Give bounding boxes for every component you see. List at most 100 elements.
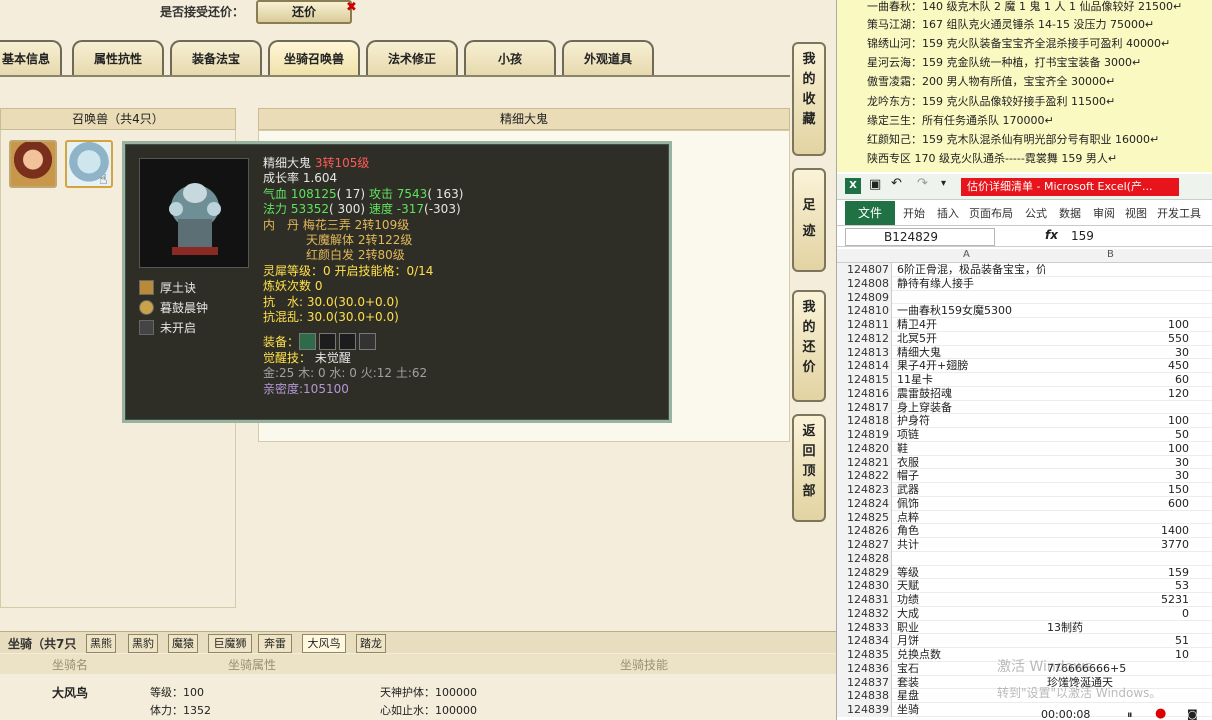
cell-b[interactable]: 5231 bbox=[1045, 593, 1189, 607]
cell-a[interactable]: 11星卡 bbox=[897, 373, 1045, 387]
cell-b[interactable]: 53 bbox=[1045, 579, 1189, 593]
cell-b[interactable]: 100 bbox=[1045, 442, 1189, 456]
mount-tab[interactable]: 魔猿 bbox=[168, 634, 198, 653]
counter-offer-button[interactable]: 还价 bbox=[256, 0, 352, 24]
equip-slot-icon[interactable] bbox=[339, 333, 357, 351]
cell-a[interactable]: 佩饰 bbox=[897, 497, 1045, 511]
cell-a[interactable]: 衣服 bbox=[897, 456, 1045, 470]
cell-a[interactable]: 职业 bbox=[897, 621, 1045, 635]
skill-icon[interactable] bbox=[139, 300, 154, 315]
record-icon[interactable]: ● bbox=[1155, 706, 1166, 720]
cell-a[interactable]: 精卫4开 bbox=[897, 318, 1045, 332]
close-icon[interactable]: ✖ bbox=[346, 0, 357, 15]
tab-basic-info[interactable]: 基本信息 bbox=[0, 40, 62, 76]
name-box[interactable]: B124829 bbox=[845, 228, 995, 246]
cell-b-text[interactable]: 13制药 bbox=[1047, 621, 1195, 635]
tab-spell-mod[interactable]: 法术修正 bbox=[366, 40, 458, 76]
cell-b[interactable]: 159 bbox=[1045, 566, 1189, 580]
tab-attributes[interactable]: 属性抗性 bbox=[72, 40, 164, 76]
cell-a[interactable]: 护身符 bbox=[897, 414, 1045, 428]
cell-b[interactable]: 450 bbox=[1045, 359, 1189, 373]
cell-a[interactable]: 角色 bbox=[897, 524, 1045, 538]
cell-a[interactable]: 身上穿装备 bbox=[897, 401, 1045, 415]
mount-tab-active[interactable]: 大风鸟 bbox=[302, 634, 346, 653]
cell-a[interactable]: 等级 bbox=[897, 566, 1045, 580]
skill-icon[interactable] bbox=[139, 280, 154, 295]
cell-b[interactable]: 51 bbox=[1045, 634, 1189, 648]
camera-icon[interactable]: ◙ bbox=[1187, 708, 1198, 720]
side-tab-favorites[interactable]: 我的收藏 bbox=[792, 42, 826, 156]
cell-b[interactable]: 100 bbox=[1045, 318, 1189, 332]
equip-slot-icon[interactable] bbox=[319, 333, 337, 351]
tab-file[interactable]: 文件 bbox=[845, 201, 895, 225]
ribbon-tab[interactable]: 审阅 bbox=[1093, 205, 1115, 221]
side-tab-footprints[interactable]: 足迹 bbox=[792, 168, 826, 272]
side-char: 收 bbox=[802, 92, 816, 107]
pause-icon[interactable]: ⏸ bbox=[1127, 708, 1133, 720]
cell-a[interactable]: 天赋 bbox=[897, 579, 1045, 593]
tab-child[interactable]: 小孩 bbox=[464, 40, 556, 76]
tab-mount-summon[interactable]: 坐骑召唤兽 bbox=[268, 40, 360, 76]
cell-a[interactable]: 点粹 bbox=[897, 511, 1045, 525]
cell-a[interactable]: 果子4开+翅膀 bbox=[897, 359, 1045, 373]
cell-a[interactable]: 鞋 bbox=[897, 442, 1045, 456]
cell-a[interactable]: 一曲春秋159女魔5300 bbox=[897, 304, 1045, 318]
cell-a[interactable]: 帽子 bbox=[897, 469, 1045, 483]
mount-tab[interactable]: 黑熊 bbox=[86, 634, 116, 653]
table-row: 124810 一曲春秋159女魔5300 bbox=[837, 304, 1212, 318]
cell-a[interactable]: 月饼 bbox=[897, 634, 1045, 648]
save-icon[interactable]: ▣ bbox=[869, 177, 881, 192]
ribbon-tab[interactable]: 视图 bbox=[1125, 205, 1147, 221]
cell-a[interactable]: 武器 bbox=[897, 483, 1045, 497]
ribbon-tab[interactable]: 插入 bbox=[937, 205, 959, 221]
cell-a[interactable]: 北冥5开 bbox=[897, 332, 1045, 346]
cell-a[interactable]: 大成 bbox=[897, 607, 1045, 621]
cell-b[interactable]: 3770 bbox=[1045, 538, 1189, 552]
mount-tab[interactable]: 黑豹 bbox=[128, 634, 158, 653]
mount-tab[interactable]: 奔雷 bbox=[258, 634, 292, 653]
cell-b[interactable]: 120 bbox=[1045, 387, 1189, 401]
cell-a[interactable]: 精细大鬼 bbox=[897, 346, 1045, 360]
cell-b[interactable]: 30 bbox=[1045, 456, 1189, 470]
cell-a[interactable]: 项链 bbox=[897, 428, 1045, 442]
ribbon-tab[interactable]: 数据 bbox=[1059, 205, 1081, 221]
cell-b[interactable]: 550 bbox=[1045, 332, 1189, 346]
cell-a[interactable]: 功绩 bbox=[897, 593, 1045, 607]
ribbon-tab[interactable]: 开发工具 bbox=[1157, 205, 1201, 221]
tab-equipment[interactable]: 装备法宝 bbox=[170, 40, 262, 76]
summon-avatar-1[interactable] bbox=[9, 140, 57, 188]
side-tab-back-to-top[interactable]: 返回顶部 bbox=[792, 414, 826, 522]
ribbon-tab[interactable]: 公式 bbox=[1025, 205, 1047, 221]
ribbon-tab[interactable]: 开始 bbox=[903, 205, 925, 221]
cell-a[interactable]: 静待有缘人接手 bbox=[897, 277, 1045, 291]
cell-a[interactable]: 坐骑 bbox=[897, 703, 1045, 717]
cell-b[interactable]: 1400 bbox=[1045, 524, 1189, 538]
col-header-b[interactable]: B bbox=[1107, 249, 1114, 260]
cell-b[interactable]: 100 bbox=[1045, 414, 1189, 428]
cell-a[interactable]: 震雷鼓招魂 bbox=[897, 387, 1045, 401]
cell-b[interactable]: 30 bbox=[1045, 469, 1189, 483]
col-header-a[interactable]: A bbox=[963, 249, 970, 260]
cell-a[interactable]: 6阶正骨混，极品装备宝宝，价格合适，不高 bbox=[897, 263, 1045, 277]
mount-tab[interactable]: 踏龙 bbox=[356, 634, 386, 653]
mount-tab[interactable]: 巨魔狮 bbox=[208, 634, 252, 653]
equip-slot-icon[interactable] bbox=[299, 333, 317, 351]
fx-icon[interactable]: fx bbox=[1045, 228, 1058, 242]
cell-b[interactable]: 30 bbox=[1045, 346, 1189, 360]
cell-a[interactable]: 共计 bbox=[897, 538, 1045, 552]
tab-appearance[interactable]: 外观道具 bbox=[562, 40, 654, 76]
cell-b[interactable]: 150 bbox=[1045, 483, 1189, 497]
undo-icon[interactable]: ↶ bbox=[891, 176, 902, 191]
formula-input[interactable]: 159 bbox=[1071, 229, 1094, 243]
equip-slot-icon[interactable] bbox=[359, 333, 377, 351]
cell-b[interactable]: 50 bbox=[1045, 428, 1189, 442]
cell-b[interactable]: 600 bbox=[1045, 497, 1189, 511]
cell-b[interactable]: 0 bbox=[1045, 607, 1189, 621]
redo-icon[interactable]: ↷ bbox=[917, 176, 928, 191]
customize-toolbar-icon[interactable]: ▾ bbox=[941, 178, 946, 189]
ribbon-tab[interactable]: 页面布局 bbox=[969, 205, 1013, 221]
cell-b[interactable]: 60 bbox=[1045, 373, 1189, 387]
summon-avatar-2[interactable]: ☝ bbox=[65, 140, 113, 188]
skill-icon[interactable] bbox=[139, 320, 154, 335]
side-tab-my-offers[interactable]: 我的还价 bbox=[792, 290, 826, 402]
